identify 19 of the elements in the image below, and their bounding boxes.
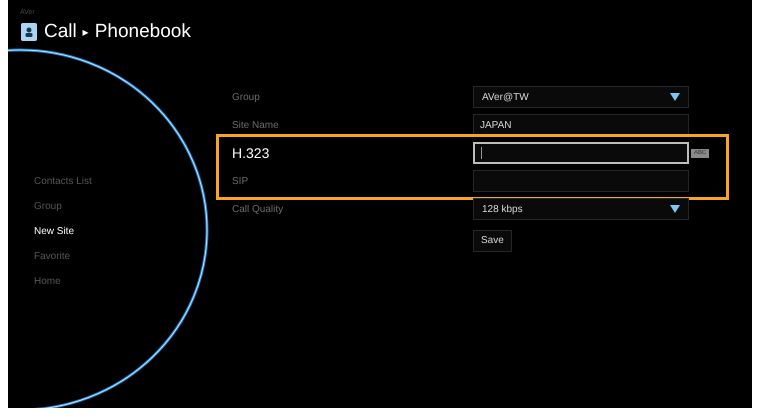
save-button[interactable]: Save [473, 230, 512, 252]
field-label: H.323 [232, 144, 270, 162]
field-label: SIP [232, 174, 250, 188]
field-label: Site Name [232, 118, 280, 132]
text-cursor [481, 147, 482, 159]
dropdown-arrow-icon [670, 205, 680, 213]
dropdown-field[interactable]: AVer@TW [473, 86, 689, 108]
input-field[interactable] [473, 170, 689, 192]
input-field[interactable]: JAPAN [473, 114, 689, 136]
header-subtitle: Phonebook [94, 22, 191, 42]
breadcrumb-arrow: ▸ [82, 24, 89, 41]
field-label: Call Quality [232, 202, 284, 216]
phonebook-icon [20, 22, 38, 42]
sidebar-item[interactable]: New Site [34, 219, 232, 244]
input-field[interactable] [473, 142, 689, 164]
dropdown-field[interactable]: 128 kbps [473, 198, 689, 220]
field-label: Group [232, 90, 261, 104]
dropdown-arrow-icon [670, 93, 680, 101]
header-title: Call [44, 22, 77, 42]
